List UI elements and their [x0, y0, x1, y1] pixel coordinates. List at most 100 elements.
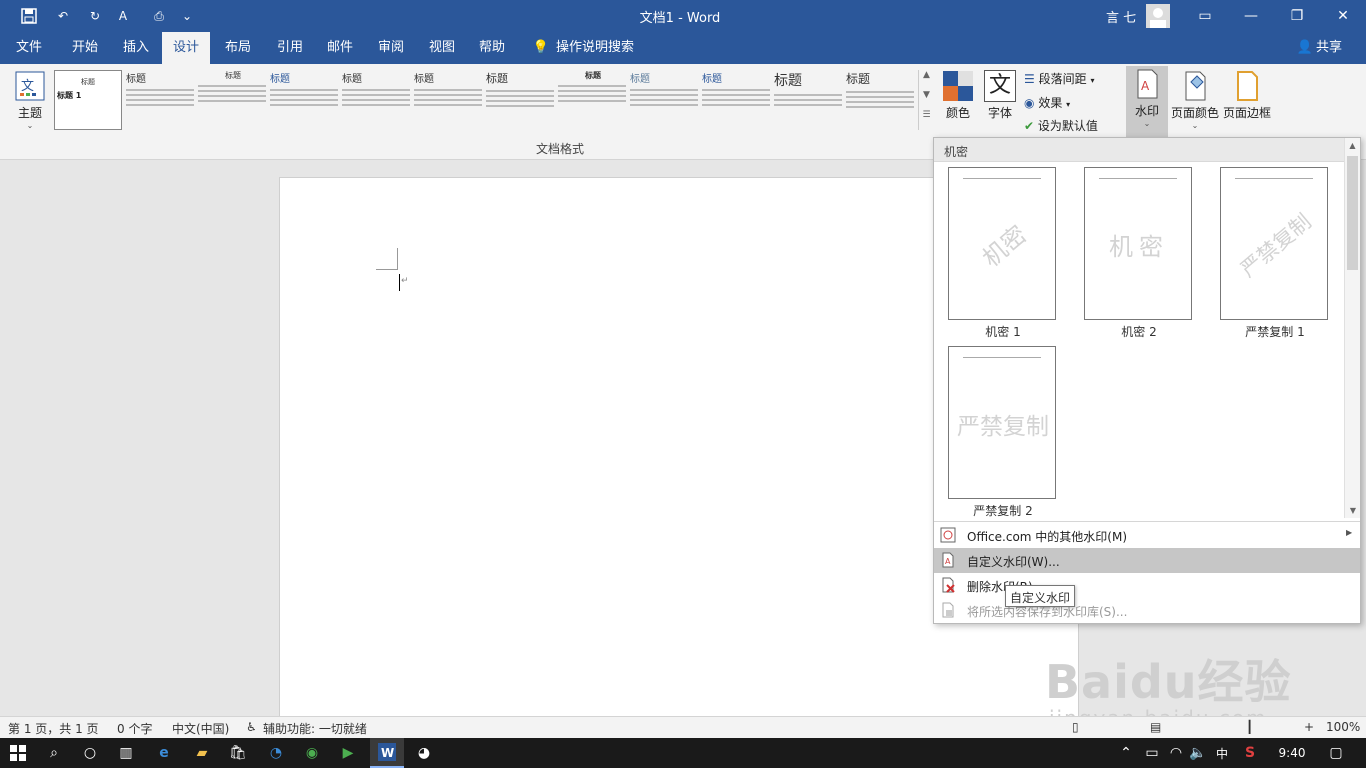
wifi-icon[interactable]: ◠ — [1166, 743, 1186, 763]
user-app-icon[interactable]: ◕ — [414, 743, 434, 763]
tell-me-search[interactable]: 操作说明搜索 — [556, 32, 646, 64]
windows-taskbar: ⌕ ○ ▥ e ▰ 🛍 ◔ ◉ ▶ W ◕ ⌃ ▭ ◠ 🔈 中 S 9:40 ▢ — [0, 738, 1366, 768]
sogou-ime-icon[interactable]: S — [1240, 743, 1260, 763]
colors-button[interactable]: 颜色 — [938, 68, 978, 121]
style-set-4[interactable]: 标题 — [270, 70, 340, 128]
tab-review[interactable]: 审阅 — [367, 32, 415, 64]
redo-icon[interactable]: ↻ — [82, 4, 108, 28]
set-as-default-button[interactable]: ✔ 设为默认值 — [1024, 117, 1098, 137]
fonts-button[interactable]: 文 字体 — [982, 68, 1018, 121]
word-count[interactable]: 0 个字 — [117, 720, 152, 737]
style-set-2[interactable]: 标题 — [126, 70, 196, 128]
style-set-12[interactable]: 标题 — [846, 70, 916, 128]
clock-app-icon[interactable]: ◔ — [266, 743, 286, 763]
ime-indicator[interactable]: 中 — [1212, 743, 1232, 763]
page-count[interactable]: 第 1 页，共 1 页 — [8, 720, 99, 737]
zoom-slider[interactable]: ┃ — [1246, 720, 1253, 734]
file-explorer-icon[interactable]: ▰ — [192, 743, 212, 763]
remove-watermark-menu-item[interactable]: 删除水印(R) — [934, 573, 1360, 598]
battery-icon[interactable]: ▭ — [1142, 743, 1162, 763]
tab-help[interactable]: 帮助 — [468, 32, 516, 64]
style-set-6[interactable]: 标题 — [414, 70, 484, 128]
avatar[interactable] — [1146, 4, 1170, 28]
user-name[interactable]: 言 七 — [1106, 7, 1136, 26]
person-icon: 👤 — [1296, 40, 1314, 55]
paragraph-spacing-button[interactable]: ☰ 段落间距 ▾ — [1024, 70, 1094, 90]
gallery-scroll[interactable]: ▲ ▼ ☰ — [918, 70, 934, 130]
undo-icon[interactable]: ↶ — [50, 4, 76, 28]
windows-start-icon[interactable] — [8, 743, 28, 763]
watermark-confidential-1[interactable]: 机密 机密 1 — [948, 167, 1058, 340]
language-indicator[interactable]: 中文(中国) — [172, 720, 229, 737]
share-button[interactable]: 共享 — [1316, 32, 1350, 64]
custom-watermark-icon: A — [940, 552, 956, 568]
edge-icon[interactable]: e — [154, 743, 174, 763]
read-mode-icon[interactable]: ▯ — [1072, 720, 1079, 734]
baidu-overlay-watermark: Baidu经验 jingyan.baidu.com — [1045, 620, 1345, 730]
svg-text:W: W — [381, 746, 394, 760]
style-set-8[interactable]: 标题 — [558, 70, 628, 128]
word-taskbar-icon[interactable]: W — [370, 738, 404, 768]
style-set-5[interactable]: 标题 — [342, 70, 412, 128]
scroll-up-icon[interactable]: ▲ — [1345, 141, 1360, 150]
save-icon[interactable] — [16, 4, 42, 28]
title-bar: ↶ ↻ A ⎙ ⌄ 文档1 - Word 言 七 ▭ — ❐ ✕ — [0, 0, 1366, 32]
print-layout-icon[interactable]: ▤ — [1150, 720, 1161, 734]
style-set-9[interactable]: 标题 — [630, 70, 700, 128]
zoom-level[interactable]: 100% — [1326, 720, 1360, 734]
customize-qat-icon[interactable]: ⌄ — [174, 4, 200, 28]
watermark-confidential-2[interactable]: 机密 机密 2 — [1084, 167, 1194, 340]
tab-references[interactable]: 引用 — [266, 32, 314, 64]
action-center-icon[interactable]: ▢ — [1326, 743, 1346, 763]
tab-home[interactable]: 开始 — [60, 32, 110, 64]
tab-mailings[interactable]: 邮件 — [316, 32, 364, 64]
gallery-scrollbar[interactable]: ▲ ▼ — [1344, 138, 1360, 518]
more-watermarks-office-com[interactable]: Office.com 中的其他水印(M) ▶ — [934, 523, 1360, 548]
custom-watermark-menu-item[interactable]: A 自定义水印(W)... — [934, 548, 1360, 573]
zoom-in-icon[interactable]: + — [1304, 720, 1314, 734]
style-set-1[interactable]: 标题 标题 1 — [54, 70, 122, 130]
ribbon-display-options-icon[interactable]: ▭ — [1182, 0, 1228, 32]
document-formatting-group-label: 文档格式 — [535, 142, 584, 156]
store-icon[interactable]: 🛍 — [228, 743, 248, 763]
page-color-button[interactable]: 页面颜色 ⌄ — [1170, 68, 1220, 130]
browser-app-icon[interactable]: ◉ — [302, 743, 322, 763]
scroll-down-icon[interactable]: ▼ — [1345, 506, 1361, 515]
tab-layout[interactable]: 布局 — [214, 32, 262, 64]
task-view-icon[interactable]: ▥ — [116, 743, 136, 763]
format-painter-icon[interactable]: A — [110, 4, 136, 28]
minimize-button[interactable]: — — [1228, 0, 1274, 32]
style-set-7[interactable]: 标题 — [486, 70, 556, 128]
show-hidden-icons-icon[interactable]: ⌃ — [1116, 743, 1136, 763]
effects-button[interactable]: ◉ 效果 ▾ — [1024, 94, 1070, 114]
page-borders-button[interactable]: 页面边框 — [1222, 68, 1272, 121]
document-title: 文档1 - Word — [639, 11, 721, 26]
watermark-do-not-copy-2[interactable]: 严禁复制 严禁复制 2 — [948, 346, 1058, 519]
watermark-button[interactable]: A 水印 ⌄ — [1126, 66, 1168, 138]
restore-button[interactable]: ❐ — [1274, 0, 1320, 32]
page-color-icon — [1179, 70, 1211, 102]
close-button[interactable]: ✕ — [1320, 0, 1366, 32]
cortana-icon[interactable]: ○ — [80, 743, 100, 763]
style-set-3[interactable]: 标题 — [198, 70, 268, 128]
tab-insert[interactable]: 插入 — [112, 32, 160, 64]
tab-file[interactable]: 文件 — [4, 32, 54, 64]
volume-icon[interactable]: 🔈 — [1188, 743, 1208, 763]
tab-view[interactable]: 视图 — [418, 32, 466, 64]
themes-button[interactable]: 文 主题 ⌄ — [10, 68, 50, 130]
save-selection-to-gallery-menu-item: 将所选内容保存到水印库(S)... — [934, 598, 1360, 623]
separator — [934, 521, 1360, 522]
style-set-10[interactable]: 标题 — [702, 70, 772, 128]
style-set-11[interactable]: 标题 — [774, 70, 844, 128]
accessibility-status[interactable]: 辅助功能: 一切就绪 — [263, 720, 367, 737]
watermark-gallery-panel: 机密 机密 机密 1 机密 机密 2 严禁复制 严禁复制 1 严禁复制 严禁复制… — [933, 137, 1361, 624]
media-player-icon[interactable]: ▶ — [338, 743, 358, 763]
tab-design[interactable]: 设计 — [162, 32, 210, 64]
save-to-gallery-icon — [940, 602, 956, 618]
clock[interactable]: 9:40 — [1272, 743, 1312, 763]
search-icon[interactable]: ⌕ — [44, 743, 64, 763]
print-preview-icon[interactable]: ⎙ — [146, 4, 172, 28]
watermark-do-not-copy-1[interactable]: 严禁复制 严禁复制 1 — [1220, 167, 1330, 340]
watermark-preview: 严禁复制 — [1220, 167, 1328, 320]
scrollbar-thumb[interactable] — [1347, 156, 1358, 270]
